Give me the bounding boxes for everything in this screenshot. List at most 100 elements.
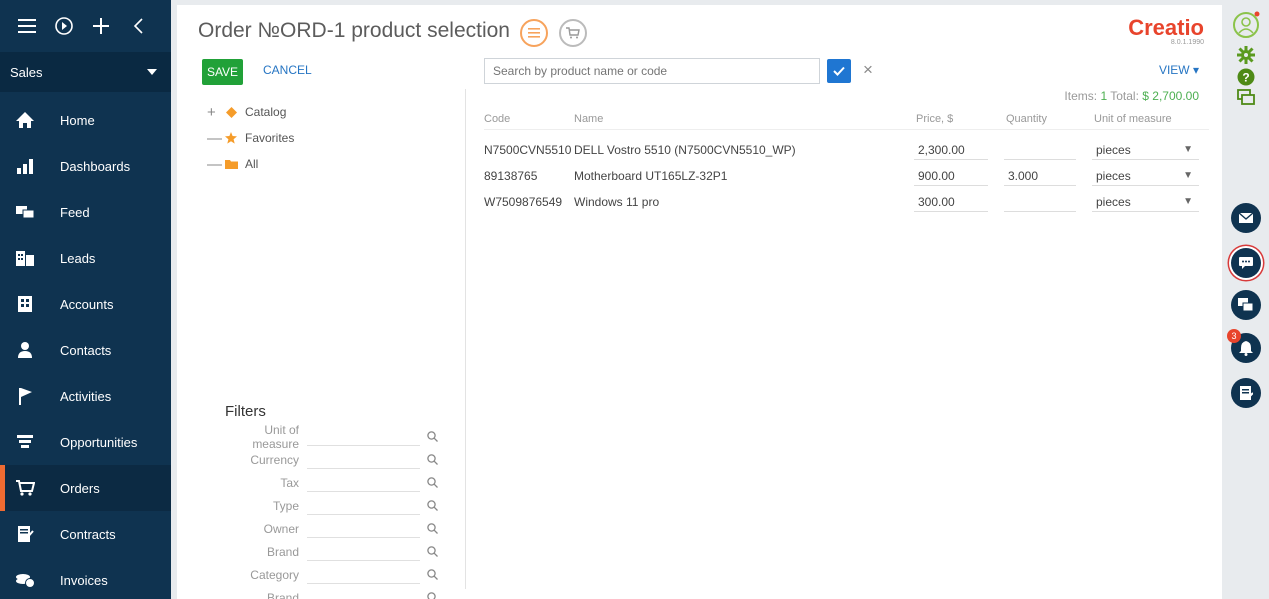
list-icon: [528, 28, 540, 38]
checkmark-icon: [833, 66, 845, 76]
sidebar-item-label: Dashboards: [60, 158, 131, 174]
cart-view-button[interactable]: [559, 19, 587, 47]
filter-input[interactable]: [307, 497, 420, 515]
sidebar-item-invoices[interactable]: Invoices: [0, 557, 171, 599]
table-row[interactable]: 89138765 Motherboard UT165LZ-32P1 900.00…: [484, 163, 1209, 189]
sidebar-item-contacts[interactable]: Contacts: [0, 327, 171, 373]
search-icon[interactable]: [424, 546, 440, 557]
filter-input[interactable]: [307, 428, 420, 446]
search-apply-button[interactable]: [827, 59, 851, 83]
filter-row: Category: [217, 563, 440, 586]
save-button[interactable]: SAVE: [202, 59, 243, 85]
quantity-input[interactable]: 3.000: [1004, 166, 1076, 186]
svg-text:?: ?: [1242, 71, 1249, 85]
play-icon[interactable]: [49, 11, 79, 41]
workspace-select[interactable]: Sales: [0, 52, 171, 92]
sidebar-item-feed[interactable]: Feed: [0, 189, 171, 235]
search-icon[interactable]: [424, 592, 440, 599]
filter-input[interactable]: [307, 451, 420, 469]
menu-icon[interactable]: [12, 11, 42, 41]
sidebar-item-dashboards[interactable]: Dashboards: [0, 143, 171, 189]
filter-label: Brand: [266, 544, 299, 559]
filter-input[interactable]: [307, 566, 420, 584]
notification-count-badge: 3: [1227, 329, 1241, 343]
sidebar-item-label: Opportunities: [60, 434, 138, 450]
tree-item-label: Favorites: [245, 131, 295, 145]
unit-value: pieces: [1096, 168, 1131, 183]
column-header-name[interactable]: Name: [574, 113, 908, 125]
unit-select[interactable]: pieces ▼: [1092, 140, 1199, 160]
view-menu-button[interactable]: VIEW ▾: [1159, 63, 1199, 77]
total-label: Total:: [1110, 89, 1139, 103]
sidebar-item-home[interactable]: Home: [0, 97, 171, 143]
sidebar-item-label: Contracts: [60, 526, 116, 542]
filter-label: Category: [250, 567, 299, 582]
sidebar-item-label: Contacts: [60, 342, 112, 358]
sidebar-item-contracts[interactable]: Contracts: [0, 511, 171, 557]
sidebar-item-label: Invoices: [60, 572, 108, 588]
profile-icon[interactable]: [1231, 10, 1261, 40]
messages-icon[interactable]: [1231, 248, 1261, 278]
column-header-unit[interactable]: Unit of measure: [1086, 113, 1199, 125]
cell-code: W7509876549: [484, 195, 563, 209]
table-row[interactable]: N7500CVN5510 DELL Vostro 5510 (N7500CVN5…: [484, 137, 1209, 163]
sidebar-item-label: Home: [60, 112, 95, 128]
tree-item-catalog[interactable]: + Catalog: [207, 99, 294, 125]
email-icon[interactable]: [1231, 203, 1261, 233]
price-input[interactable]: 300.00: [914, 192, 988, 212]
search-icon[interactable]: [424, 454, 440, 465]
collapse-toggle[interactable]: —: [207, 156, 223, 173]
esq-icon[interactable]: [1231, 378, 1261, 408]
sidebar-item-activities[interactable]: Activities: [0, 373, 171, 419]
chevron-down-icon: ▼: [1183, 144, 1193, 155]
collapse-chevron-icon[interactable]: [123, 11, 153, 41]
filter-input[interactable]: [307, 520, 420, 538]
filter-row: Tax: [217, 471, 440, 494]
price-input[interactable]: 900.00: [914, 166, 988, 186]
quantity-input[interactable]: [1004, 140, 1076, 160]
sidebar-item-accounts[interactable]: Accounts: [0, 281, 171, 327]
filter-input[interactable]: [307, 474, 420, 492]
search-clear-button[interactable]: ×: [863, 60, 873, 80]
feed-bubbles-icon[interactable]: [1231, 290, 1261, 320]
logo-text: Creatio: [1128, 15, 1204, 40]
quantity-input[interactable]: [1004, 192, 1076, 212]
collapse-toggle[interactable]: —: [207, 130, 223, 147]
search-icon[interactable]: [424, 500, 440, 511]
column-header-quantity[interactable]: Quantity: [998, 113, 1086, 125]
unit-select[interactable]: pieces ▼: [1092, 166, 1199, 186]
price-input[interactable]: 2,300.00: [914, 140, 988, 160]
filter-input[interactable]: [307, 589, 420, 599]
search-icon[interactable]: [424, 569, 440, 580]
main-panel: Order №ORD-1 product selection Creatio 8…: [177, 5, 1222, 599]
expand-toggle[interactable]: +: [207, 104, 223, 121]
leads-icon: [14, 247, 36, 269]
search-icon[interactable]: [424, 477, 440, 488]
sidebar-item-opportunities[interactable]: Opportunities: [0, 419, 171, 465]
column-header-price[interactable]: Price, $: [908, 113, 998, 125]
filter-input[interactable]: [307, 543, 420, 561]
star-icon: [223, 131, 239, 145]
table-row[interactable]: W7509876549 Windows 11 pro 300.00 pieces…: [484, 189, 1209, 215]
help-icon[interactable]: ?: [1231, 67, 1261, 87]
funnel-icon: [14, 431, 36, 453]
tree-item-favorites[interactable]: — Favorites: [207, 125, 294, 151]
gear-icon[interactable]: [1231, 45, 1261, 65]
plus-icon[interactable]: [86, 11, 116, 41]
column-header-code[interactable]: Code: [484, 113, 574, 125]
list-view-button[interactable]: [520, 19, 548, 47]
unit-select[interactable]: pieces ▼: [1092, 192, 1199, 212]
search-input[interactable]: [484, 58, 820, 84]
sidebar-item-leads[interactable]: Leads: [0, 235, 171, 281]
sidebar-item-orders[interactable]: Orders: [0, 465, 171, 511]
search-icon[interactable]: [424, 431, 440, 442]
chat-icon[interactable]: [1231, 88, 1261, 108]
tree-item-all[interactable]: — All: [207, 151, 294, 177]
search-icon[interactable]: [424, 523, 440, 534]
creatio-logo: Creatio 8.0.1.1990: [1128, 15, 1204, 46]
cell-name: Windows 11 pro: [574, 195, 660, 209]
product-folder-tree: + Catalog — Favorites — All: [207, 99, 294, 177]
filter-row: Unit of measure: [217, 423, 440, 451]
cancel-button[interactable]: CANCEL: [263, 63, 312, 77]
workspace-label: Sales: [10, 64, 43, 80]
